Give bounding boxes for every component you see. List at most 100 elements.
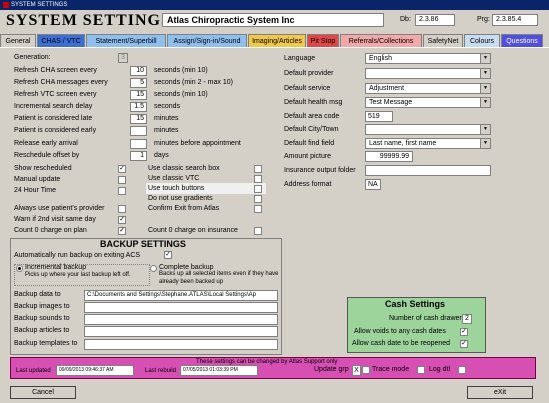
release-input[interactable] — [130, 139, 147, 149]
manual-update-checkbox[interactable] — [118, 176, 126, 184]
exit-button[interactable]: eXit — [467, 386, 533, 399]
late-note: minutes — [154, 115, 179, 122]
articles-to-label: Backup articles to — [14, 327, 70, 334]
always-provider-checkbox[interactable] — [118, 205, 126, 213]
provider-select[interactable]: ▼ — [365, 68, 491, 79]
city-select[interactable]: ▼ — [365, 124, 491, 135]
reschedule-input[interactable]: 1 — [130, 151, 147, 161]
backup-heading: BACKUP SETTINGS — [100, 239, 186, 249]
chevron-down-icon: ▼ — [480, 54, 490, 63]
voids-label: Allow voids to any cash dates — [354, 328, 446, 335]
tab-referrals[interactable]: Referrals/Collections — [340, 34, 422, 48]
incremental-radio[interactable] — [16, 265, 23, 272]
touch-buttons-checkbox[interactable] — [254, 185, 262, 193]
tab-statement[interactable]: Statement/Superbill — [86, 34, 166, 48]
language-select[interactable]: English ▼ — [365, 53, 491, 64]
trace-mode-checkbox[interactable] — [362, 366, 370, 374]
tab-bar: General CHAS / VTC Statement/Superbill A… — [0, 34, 549, 48]
reopen-label: Allow cash date to be reopened — [352, 340, 451, 347]
auto-run-checkbox[interactable]: ✓ — [164, 251, 172, 259]
classic-search-label: Use classic search box — [148, 165, 220, 172]
update-grp-input[interactable]: X — [352, 365, 361, 376]
manual-update-label: Manual update — [14, 176, 61, 183]
show-rescheduled-checkbox[interactable]: ✓ — [118, 165, 126, 173]
address-input[interactable]: NA — [365, 179, 381, 190]
insurance-input[interactable] — [365, 165, 491, 176]
tab-colours[interactable]: Colours — [464, 34, 500, 48]
incremental-desc: Picks up where your last backup left off… — [25, 272, 131, 278]
refresh-cha-input[interactable]: 10 — [130, 66, 147, 76]
articles-to-input[interactable] — [84, 326, 278, 337]
tab-label: Referrals/Collections — [348, 38, 414, 45]
hour24-label: 24 Hour Time — [14, 187, 57, 194]
no-gradients-checkbox[interactable] — [254, 195, 262, 203]
log-dtl-checkbox[interactable] — [417, 366, 425, 374]
classic-search-checkbox[interactable] — [254, 165, 262, 173]
tab-questions[interactable]: Questions — [501, 34, 543, 48]
tab-general[interactable]: General — [0, 34, 36, 48]
insurance-label: Insurance output folder — [284, 167, 356, 174]
amount-input[interactable]: 99999.99 — [365, 151, 413, 162]
refresh-vtc-input[interactable]: 15 — [130, 90, 147, 100]
images-to-input[interactable] — [84, 302, 278, 313]
service-select[interactable]: Adjustment ▼ — [365, 83, 491, 94]
count0-insurance-checkbox[interactable] — [254, 227, 262, 235]
reschedule-note: days — [154, 152, 169, 159]
tab-label: Colours — [469, 38, 495, 45]
templates-to-input[interactable] — [84, 339, 278, 350]
tab-safetynet[interactable]: SafetyNet — [423, 34, 463, 48]
data-to-input[interactable]: C:\Documents and Settings\Stephane.ATLAS… — [84, 290, 278, 301]
hour24-checkbox[interactable] — [118, 187, 126, 195]
warn-2nd-label: Warn if 2nd visit same day — [14, 216, 96, 223]
generation-label: Generation: — [14, 54, 51, 61]
tab-imaging[interactable]: Imaging/Articles — [248, 34, 306, 48]
find-field-label: Default find field — [284, 140, 335, 147]
chevron-down-icon: ▼ — [480, 139, 490, 148]
health-msg-value: Test Message — [369, 99, 413, 106]
search-delay-input[interactable]: 1.5 — [130, 102, 147, 112]
tab-pit-stop[interactable]: Pit Stop — [307, 34, 339, 48]
refresh-cha-msg-input[interactable]: 5 — [130, 78, 147, 88]
voids-checkbox[interactable]: ✓ — [460, 328, 468, 336]
early-input[interactable] — [130, 126, 147, 136]
last-rebuild-label: Last rebuild — [145, 368, 177, 374]
prg-version: 2.3.85.4 — [492, 14, 538, 26]
reopen-checkbox[interactable]: ✓ — [460, 340, 468, 348]
tab-chas-vtc[interactable]: CHAS / VTC — [37, 34, 85, 48]
service-value: Adjustment — [369, 85, 405, 92]
tab-label: Imaging/Articles — [252, 38, 302, 45]
refresh-cha-msg-label: Refresh CHA messages every — [14, 79, 108, 86]
cancel-button[interactable]: Cancel — [10, 386, 76, 399]
page-title: SYSTEM SETTINGS — [6, 12, 171, 29]
cash-drawers-input[interactable]: 2 — [462, 314, 472, 324]
search-delay-label: Incremental search delay — [14, 103, 93, 110]
chevron-down-icon: ▼ — [480, 69, 490, 78]
reschedule-label: Reschedule offset by — [14, 152, 80, 159]
release-note: minutes before appointment — [154, 140, 241, 147]
count0-plan-checkbox[interactable]: ✓ — [118, 227, 126, 235]
area-code-input[interactable]: 519 — [365, 111, 393, 122]
db-version: 2.3.86 — [415, 14, 455, 26]
no-gradients-label: Do not use gradients — [148, 195, 213, 202]
confirm-exit-checkbox[interactable] — [254, 205, 262, 213]
log-dtl-value-box[interactable] — [458, 366, 466, 374]
late-input[interactable]: 15 — [130, 114, 147, 124]
health-msg-select[interactable]: Test Message ▼ — [365, 97, 491, 108]
find-field-select[interactable]: Last name, first name ▼ — [365, 138, 491, 149]
touch-buttons-label: Use touch buttons — [148, 185, 205, 192]
refresh-vtc-label: Refresh VTC screen every — [14, 91, 97, 98]
last-updated-label: Last updated — [16, 368, 51, 374]
sounds-to-input[interactable] — [84, 314, 278, 325]
log-dtl-label: Log dtl — [429, 366, 451, 373]
warn-2nd-checkbox[interactable]: ✓ — [118, 216, 126, 224]
data-to-label: Backup data to — [14, 291, 61, 298]
tab-assign[interactable]: Assign/Sign-in/Sound — [167, 34, 247, 48]
cash-heading: Cash Settings — [385, 299, 446, 309]
late-label: Patient is considered late — [14, 115, 93, 122]
complete-radio[interactable] — [150, 265, 157, 272]
tab-label: Assign/Sign-in/Sound — [173, 38, 241, 45]
classic-vtc-checkbox[interactable] — [254, 175, 262, 183]
tab-label: Statement/Superbill — [95, 38, 157, 45]
area-code-label: Default area code — [284, 113, 340, 120]
sounds-to-label: Backup sounds to — [14, 315, 70, 322]
